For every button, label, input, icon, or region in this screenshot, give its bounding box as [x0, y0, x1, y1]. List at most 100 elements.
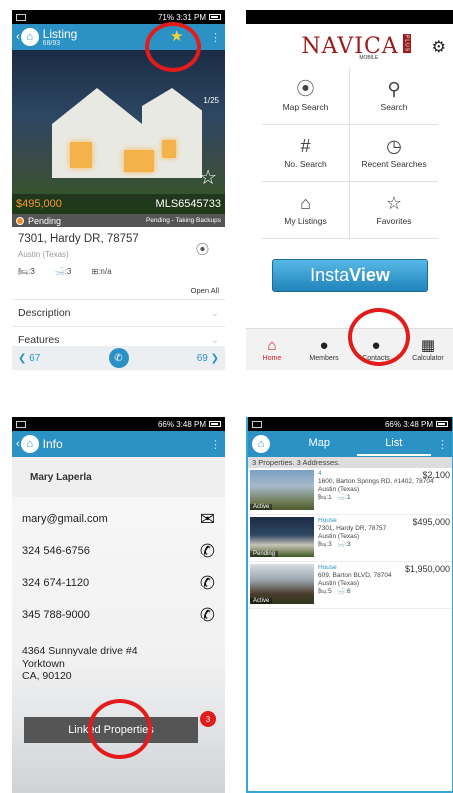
- overflow-menu-icon[interactable]: ⋮: [437, 438, 448, 451]
- listing-price: $495,000: [16, 198, 62, 210]
- map-pin-icon[interactable]: ⦿: [196, 239, 209, 258]
- tab-home[interactable]: ⌂ Home: [246, 329, 298, 370]
- calculator-icon: ▦: [420, 336, 436, 354]
- property-thumbnail: Active: [250, 564, 314, 604]
- envelope-icon[interactable]: ✉: [200, 509, 215, 530]
- battery-icon: [209, 14, 221, 20]
- status-label: Pending: [28, 215, 62, 226]
- property-price: $495,000: [412, 517, 450, 527]
- search-icon: ⚲: [387, 79, 401, 99]
- contact-info-screen: 66% 3:48 PM ‹ ⌂ Info ⋮ Mary Laperla mary…: [12, 417, 225, 793]
- phone-row[interactable]: 324 546-6756 ✆: [12, 535, 225, 567]
- price-row: $495,000 MLS6545733: [12, 194, 225, 214]
- description-section[interactable]: Description ⌄: [12, 299, 225, 326]
- battery-icon: [436, 421, 448, 427]
- status-bar: 71% 3:31 PM: [12, 10, 225, 24]
- menu-map-search[interactable]: ⦿ Map Search: [262, 68, 350, 125]
- window-light: [124, 150, 154, 172]
- listing-screen: 71% 3:31 PM ‹ ⌂ Listing 68/93 ★ ⋮ 1/25 ☆…: [12, 10, 225, 370]
- property-thumbnail: Active: [250, 470, 314, 510]
- prev-listing-button[interactable]: ❮ 67: [18, 353, 40, 364]
- listing-pager: ❮ 67 ✆ 69 ❯: [12, 346, 225, 370]
- home-icon[interactable]: ⌂: [20, 435, 39, 453]
- menu-search[interactable]: ⚲ Search: [350, 68, 438, 125]
- highlight-circle: [145, 22, 201, 72]
- phone-icon[interactable]: ✆: [200, 541, 215, 562]
- chevron-down-icon: ⌄: [210, 334, 219, 346]
- menu-number-search[interactable]: # No. Search: [262, 125, 350, 182]
- next-listing-button[interactable]: 69 ❯: [197, 353, 219, 364]
- tab-map[interactable]: Map: [282, 432, 357, 456]
- listing-photo[interactable]: 1/25 ☆ $495,000 MLS6545733: [12, 50, 225, 214]
- email-row[interactable]: mary@gmail.com ✉: [12, 503, 225, 535]
- status-text: 66% 3:48 PM: [157, 419, 206, 429]
- menu-favorites[interactable]: ☆ Favorites: [350, 182, 438, 239]
- bath-icon: 🛁: [54, 267, 65, 276]
- notification-icon: [16, 13, 26, 21]
- bed-icon: 🛏: [18, 267, 29, 276]
- tab-members[interactable]: ● Members: [298, 329, 350, 370]
- phone-row[interactable]: 324 674-1120 ✆: [12, 567, 225, 599]
- chevron-left-icon: ❮: [18, 352, 27, 364]
- list-app-bar: ⌂ Map List ⋮: [248, 431, 452, 457]
- menu-my-listings[interactable]: ⌂ My Listings: [262, 182, 350, 239]
- open-all-link[interactable]: Open All: [12, 276, 225, 299]
- status-text: 66% 3:48 PM: [384, 419, 433, 429]
- phone-icon[interactable]: ✆: [200, 605, 215, 626]
- page-title: Listing: [42, 26, 78, 41]
- bath-icon: 🛁: [337, 588, 346, 596]
- menu-grid: ⦿ Map Search ⚲ Search # No. Search ◷ Recent …: [262, 68, 438, 239]
- home-icon[interactable]: ⌂: [252, 435, 270, 453]
- hash-icon: #: [300, 136, 311, 156]
- battery-icon: [209, 421, 221, 427]
- home-icon[interactable]: ⌂: [20, 28, 39, 46]
- house-icon: ⌂: [300, 193, 311, 213]
- tab-list[interactable]: List: [356, 432, 431, 456]
- window-light: [70, 142, 92, 168]
- info-app-bar: ‹ ⌂ Info ⋮: [12, 431, 225, 457]
- contact-address: 4364 Sunnyvale drive #4 Yorktown CA, 901…: [22, 645, 138, 683]
- logo-bar: NAVICA MOBILE PLUS ⚙: [246, 24, 453, 68]
- bath-icon: 🛁: [337, 494, 346, 502]
- star-icon: ☆: [385, 193, 403, 213]
- members-icon: ●: [319, 336, 329, 354]
- notification-icon: [252, 420, 262, 428]
- window-light: [162, 140, 176, 158]
- feature-row: 🛏:3 🛁:3 ⊞:n/a: [12, 259, 225, 276]
- baths: 🛁:3: [54, 267, 72, 276]
- instaview-button[interactable]: Insta View: [272, 259, 428, 292]
- property-price: $1,950,000: [404, 564, 450, 574]
- status-text: 71% 3:31 PM: [157, 12, 206, 22]
- property-price: $2,100: [422, 470, 450, 480]
- call-button[interactable]: ✆: [108, 348, 129, 368]
- status-bar: 66% 3:48 PM: [12, 417, 225, 431]
- clock-icon: ◷: [386, 136, 402, 156]
- gear-icon[interactable]: ⚙: [432, 37, 446, 57]
- status-badge: Pending Pending - Taking Backups: [12, 214, 225, 227]
- bath-icon: 🛁: [337, 541, 346, 549]
- results-summary: 3 Properties. 3 Addresses.: [248, 457, 452, 468]
- status-bar: [246, 10, 453, 24]
- notification-icon: [16, 420, 26, 428]
- home-icon: ⌂: [267, 336, 277, 354]
- overflow-menu-icon[interactable]: ⋮: [210, 438, 221, 451]
- page-title: Info: [42, 437, 63, 451]
- favorite-star-icon[interactable]: ☆: [199, 165, 217, 190]
- phone-icon[interactable]: ✆: [200, 573, 215, 594]
- contact-name: Mary Laperla: [12, 457, 225, 497]
- map-pin-icon: ⦿: [296, 79, 315, 99]
- address-block: 7301, Hardy DR, 78757 Austin (Texas) ⦿: [12, 227, 225, 259]
- status-detail: Pending - Taking Backups: [145, 217, 221, 224]
- menu-recent-searches[interactable]: ◷ Recent Searches: [350, 125, 438, 182]
- overflow-menu-icon[interactable]: ⋮: [210, 31, 221, 44]
- linked-count-badge: 3: [200, 711, 216, 727]
- mls-number: MLS6545733: [155, 198, 221, 210]
- list-item[interactable]: Active House 609, Barton BLVD, 78704 Aus…: [248, 562, 452, 609]
- phone-row[interactable]: 345 788-9000 ✆: [12, 599, 225, 631]
- back-chevron-icon[interactable]: ‹: [16, 31, 20, 43]
- list-item[interactable]: Pending House 7301, Hardy DR, 78757 Aust…: [248, 515, 452, 562]
- view-toggle: Map List: [282, 432, 431, 456]
- list-item[interactable]: Active 4 1600, Barton Springs RD, #1402,…: [248, 468, 452, 515]
- status-dot-icon: [16, 216, 24, 225]
- back-chevron-icon[interactable]: ‹: [16, 438, 20, 450]
